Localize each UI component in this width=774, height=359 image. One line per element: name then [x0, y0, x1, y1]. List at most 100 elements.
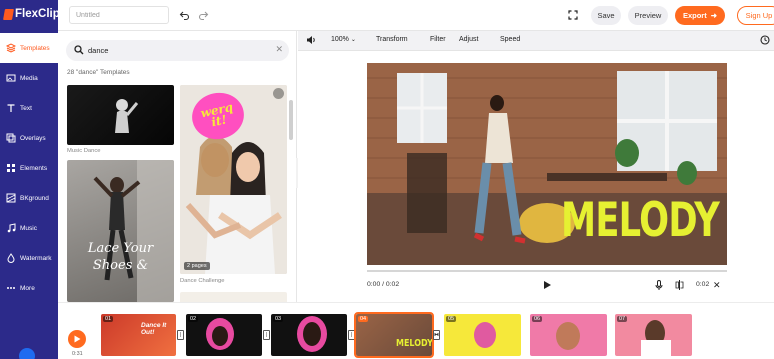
sidebar-nav: Templates Media Text Overlays Elements B… [0, 33, 58, 303]
sidebar-item-label: BKground [20, 194, 49, 202]
more-icon [7, 287, 15, 289]
timeline-elapsed: 0:31 [72, 351, 83, 357]
watermark-icon [7, 253, 15, 263]
clear-search-icon[interactable]: ✕ [275, 44, 283, 55]
volume-icon[interactable] [306, 35, 316, 47]
chevron-down-icon: ⌄ [350, 37, 356, 43]
volume-icon[interactable] [273, 88, 284, 99]
project-title-input[interactable] [69, 6, 169, 24]
template-search-box: ✕ [66, 40, 289, 61]
clip-number: 05 [446, 316, 457, 322]
flexclip-logo-icon [3, 8, 14, 20]
transition-button[interactable]: | [348, 330, 355, 340]
zoom-select[interactable]: 100% ⌄ [331, 36, 356, 43]
clock-icon[interactable] [760, 35, 770, 47]
sign-up-button[interactable]: Sign Up [737, 6, 774, 25]
sidebar-item-label: Media [20, 74, 38, 82]
sidebar-item-overlays[interactable]: Overlays [0, 123, 58, 153]
editor-toolbar: 100% ⌄ Transform Filter Adjust Speed [298, 31, 774, 51]
play-icon [74, 335, 80, 343]
overlays-icon [6, 133, 16, 143]
preview-button[interactable]: Preview [628, 6, 668, 25]
arrow-right-icon: ➜ [710, 11, 718, 20]
playback-progress-bar[interactable] [367, 270, 727, 272]
app-logo[interactable]: FlexClip [3, 8, 60, 20]
microphone-icon[interactable] [655, 280, 663, 292]
save-button[interactable]: Save [591, 6, 621, 25]
search-input[interactable] [88, 43, 268, 58]
sidebar-item-text[interactable]: Text [0, 93, 58, 123]
top-bar: Save Preview Export ➜ Sign Up [58, 0, 774, 31]
template-card-lace-your-shoes[interactable]: Lace Your Shoes & [67, 160, 174, 302]
template-caption: Music Dance [67, 148, 101, 154]
clip-duration: 0:02 [696, 281, 710, 288]
play-icon[interactable] [543, 280, 552, 292]
timeline-clip-02[interactable]: 02 [186, 314, 262, 356]
transition-button[interactable]: ⧓ [433, 330, 440, 340]
clip-number: 06 [532, 316, 543, 322]
sidebar-item-label: More [20, 284, 35, 292]
search-icon [74, 45, 84, 55]
templates-panel: ✕ 28 "dance" Templates Music Dance [58, 31, 297, 302]
video-preview[interactable]: MELODY [367, 63, 727, 265]
clip-number: 01 [103, 316, 114, 322]
transform-button[interactable]: Transform [376, 36, 408, 43]
export-label: Export [682, 11, 707, 20]
fullscreen-icon[interactable] [566, 8, 580, 22]
timeline-clip-06[interactable]: 06 [530, 314, 607, 356]
template-thumbnail [93, 160, 174, 302]
sidebar-item-more[interactable]: More [0, 273, 58, 303]
adjust-button[interactable]: Adjust [459, 36, 478, 43]
template-caption: Dance Challenge [180, 278, 225, 284]
template-thumbnail [115, 99, 139, 133]
sidebar-item-watermark[interactable]: Watermark [0, 243, 58, 273]
sidebar-item-label: Text [20, 104, 32, 112]
music-icon [7, 223, 16, 233]
panel-scrollbar[interactable] [289, 100, 293, 140]
pages-badge: 2 pages [184, 262, 210, 270]
sidebar-item-background[interactable]: BKground [0, 183, 58, 213]
clip-number: 07 [617, 316, 628, 322]
results-count: 28 "dance" Templates [67, 69, 130, 76]
templates-icon [6, 43, 16, 53]
sidebar: FlexClip Templates Media Text Overlays E… [0, 0, 60, 359]
time-display: 0:00 / 0:02 [367, 281, 400, 288]
timeline-clip-03[interactable]: 03 [271, 314, 347, 356]
sidebar-item-music[interactable]: Music [0, 213, 58, 243]
clip-text: Dance It Out! [141, 322, 167, 336]
template-card-dance-challenge[interactable]: werq it! 2 pages [180, 85, 287, 274]
timeline-clip-05[interactable]: 05 [444, 314, 521, 356]
timeline-clip-04[interactable]: 04 MELODY [354, 312, 434, 358]
speed-button[interactable]: Speed [500, 36, 520, 43]
sidebar-item-label: Elements [20, 164, 48, 172]
media-icon [6, 74, 16, 82]
timeline-clip-01[interactable]: 01 Dance It Out! [101, 314, 176, 356]
filter-button[interactable]: Filter [430, 36, 446, 43]
redo-icon[interactable] [196, 8, 210, 22]
help-chat-button[interactable] [19, 348, 35, 359]
sidebar-item-label: Overlays [20, 134, 46, 142]
template-card-music-dance[interactable] [67, 85, 174, 145]
sidebar-item-label: Templates [20, 44, 50, 52]
clip-number: 02 [188, 316, 199, 322]
transition-button[interactable]: | [263, 330, 270, 340]
split-icon[interactable] [675, 280, 684, 292]
melody-overlay-text[interactable]: MELODY [561, 193, 720, 248]
clip-number: 04 [358, 316, 369, 322]
sidebar-item-templates[interactable]: Templates [0, 33, 58, 63]
flexclip-editor: FlexClip Templates Media Text Overlays E… [0, 0, 774, 359]
template-overlay-text: Lace Your Shoes & [87, 241, 154, 273]
export-button[interactable]: Export ➜ [675, 6, 725, 25]
timeline-play-button[interactable] [68, 330, 86, 348]
timeline-clip-07[interactable]: 07 [615, 314, 692, 356]
template-card[interactable] [180, 292, 287, 302]
background-icon [6, 193, 16, 203]
elements-icon [7, 164, 15, 172]
undo-icon[interactable] [177, 8, 191, 22]
sidebar-item-elements[interactable]: Elements [0, 153, 58, 183]
clip-text: MELODY [396, 338, 432, 349]
sidebar-item-media[interactable]: Media [0, 63, 58, 93]
close-icon[interactable]: ✕ [713, 280, 721, 291]
app-name: FlexClip [15, 8, 60, 20]
transition-button[interactable]: | [177, 330, 184, 340]
